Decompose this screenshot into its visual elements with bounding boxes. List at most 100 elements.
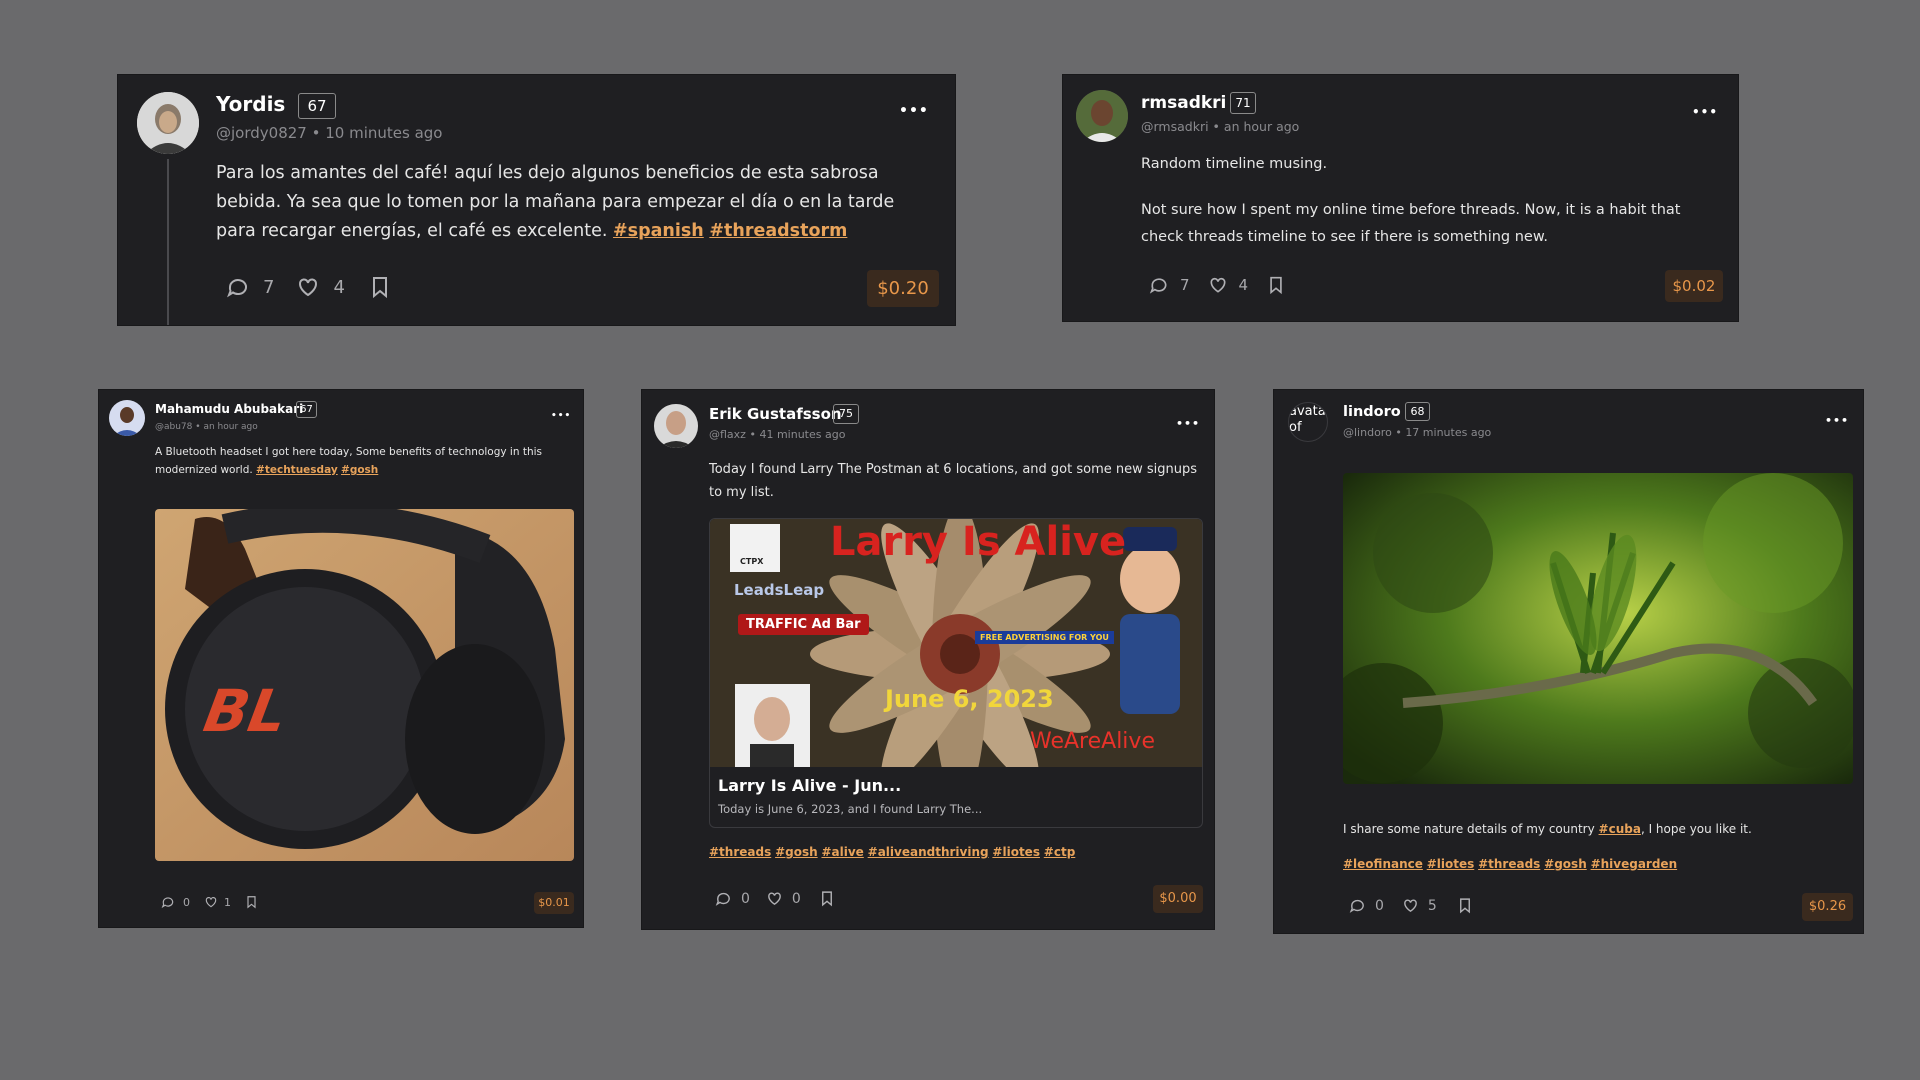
like-button[interactable]: 4: [1208, 275, 1249, 295]
comment-button[interactable]: 0: [1349, 897, 1384, 914]
post-time[interactable]: an hour ago: [203, 422, 257, 432]
bookmark-icon: [821, 891, 832, 907]
hashtag-link[interactable]: #threads: [1478, 857, 1540, 871]
author-name[interactable]: Yordis: [216, 92, 285, 116]
hashtag-link[interactable]: #leofinance: [1343, 857, 1423, 871]
more-icon[interactable]: •••: [1176, 417, 1200, 430]
post-time[interactable]: 17 minutes ago: [1405, 426, 1491, 439]
reputation-badge: 67: [296, 401, 317, 418]
post-text: I share some nature details of my countr…: [1343, 820, 1853, 838]
hashtag-link[interactable]: #techtuesday: [256, 464, 338, 476]
more-icon[interactable]: •••: [899, 103, 929, 119]
hashtag-link[interactable]: #gosh: [1544, 857, 1587, 871]
like-button[interactable]: 1: [204, 895, 231, 909]
author-name[interactable]: lindoro: [1343, 404, 1401, 420]
avatar[interactable]: [137, 92, 199, 154]
post-meta: @flaxz • 41 minutes ago: [709, 428, 845, 441]
comment-button[interactable]: 7: [226, 275, 274, 299]
post-actions: 0 1: [161, 895, 258, 909]
post-card: rmsadkri 71 @rmsadkri • an hour ago ••• …: [1063, 75, 1738, 321]
hashtag-link[interactable]: #hivegarden: [1591, 857, 1678, 871]
link-preview[interactable]: CTPX Larry Is Alive LeadsLeap TRAFFIC Ad…: [709, 518, 1203, 828]
post-body-end: , I hope you like it.: [1640, 822, 1752, 836]
preview-image: CTPX Larry Is Alive LeadsLeap TRAFFIC Ad…: [710, 519, 1202, 767]
post-actions: 7 4: [1149, 275, 1285, 295]
author-name[interactable]: Mahamudu Abubakari: [155, 402, 303, 416]
hashtag-link[interactable]: #alive: [821, 845, 863, 859]
avatar[interactable]: [1076, 90, 1128, 142]
payout-value[interactable]: $0.26: [1802, 893, 1853, 921]
bookmark-button[interactable]: [369, 275, 391, 299]
like-button[interactable]: 0: [766, 890, 801, 907]
like-count: 0: [791, 890, 801, 907]
reputation-badge: 67: [298, 93, 336, 119]
hashtag-link[interactable]: #gosh: [775, 845, 818, 859]
post-image[interactable]: BL: [155, 509, 574, 861]
comment-count: 0: [1375, 897, 1384, 914]
post-time[interactable]: 41 minutes ago: [759, 428, 845, 441]
hashtag-link[interactable]: #cuba: [1599, 822, 1641, 836]
post-actions: 7 4: [226, 275, 391, 299]
more-icon[interactable]: •••: [551, 411, 571, 421]
hashtag-link[interactable]: #threadstorm: [709, 221, 847, 241]
hashtag-link[interactable]: #spanish: [613, 221, 704, 241]
comment-button[interactable]: 0: [715, 890, 750, 907]
avatar[interactable]: [654, 404, 698, 448]
post-time[interactable]: an hour ago: [1224, 119, 1299, 134]
more-icon[interactable]: •••: [1825, 414, 1849, 427]
post-meta: @lindoro • 17 minutes ago: [1343, 426, 1491, 439]
meta-separator: •: [1395, 426, 1402, 439]
comment-icon: [1349, 899, 1364, 913]
payout-value[interactable]: $0.01: [534, 892, 574, 914]
hashtag-link[interactable]: #liotes: [992, 845, 1040, 859]
bookmark-button[interactable]: [1267, 275, 1285, 295]
heart-icon: [1210, 277, 1226, 293]
post-meta: @rmsadkri • an hour ago: [1141, 119, 1299, 134]
bookmark-button[interactable]: [819, 890, 835, 907]
more-icon[interactable]: •••: [1692, 105, 1718, 119]
hashtag-link[interactable]: #gosh: [341, 464, 378, 476]
author-handle[interactable]: @abu78: [155, 422, 192, 432]
ctpx-logo: CTPX: [740, 557, 764, 566]
author-handle[interactable]: @flaxz: [709, 428, 746, 441]
author-name[interactable]: rmsadkri: [1141, 93, 1226, 113]
avatar[interactable]: avata of: [1288, 402, 1328, 442]
comment-icon: [1149, 278, 1167, 294]
hashtag-link[interactable]: #ctp: [1044, 845, 1076, 859]
hashtag-link[interactable]: #liotes: [1427, 857, 1475, 871]
author-handle[interactable]: @rmsadkri: [1141, 119, 1209, 134]
comment-count: 7: [1180, 276, 1190, 294]
comment-button[interactable]: 0: [161, 895, 190, 909]
traffic-ad-bar: TRAFFIC Ad Bar: [738, 614, 869, 635]
post-actions: 0 5: [1349, 897, 1473, 914]
post-card: Erik Gustafsson 75 @flaxz • 41 minutes a…: [642, 390, 1214, 929]
like-button[interactable]: 4: [296, 275, 345, 299]
payout-value[interactable]: $0.00: [1153, 885, 1203, 913]
preview-description: Today is June 6, 2023, and I found Larry…: [718, 802, 983, 816]
post-time[interactable]: 10 minutes ago: [325, 124, 442, 142]
heart-icon: [205, 897, 217, 908]
payout-value[interactable]: $0.02: [1665, 270, 1723, 302]
post-text: A Bluetooth headset I got here today, So…: [155, 443, 555, 479]
preview-title[interactable]: Larry Is Alive - Jun...: [718, 776, 901, 795]
post-card: Yordis 67 @jordy0827 • 10 minutes ago ••…: [118, 75, 955, 325]
avatar[interactable]: [109, 400, 145, 436]
comment-button[interactable]: 7: [1149, 275, 1190, 295]
bookmark-icon: [247, 896, 256, 909]
like-count: 4: [1238, 276, 1249, 294]
like-button[interactable]: 5: [1402, 897, 1437, 914]
author-handle[interactable]: @jordy0827: [216, 124, 307, 142]
heart-icon: [1404, 899, 1417, 913]
bookmark-button[interactable]: [245, 895, 258, 909]
hashtag-link[interactable]: #threads: [709, 845, 771, 859]
bookmark-button[interactable]: [1457, 897, 1473, 914]
payout-value[interactable]: $0.20: [867, 270, 939, 307]
hashtag-link[interactable]: #aliveandthriving: [868, 845, 989, 859]
heart-icon: [768, 892, 781, 906]
comment-icon: [161, 897, 174, 909]
post-image[interactable]: [1343, 473, 1853, 784]
author-name[interactable]: Erik Gustafsson: [709, 405, 842, 423]
meta-separator: •: [311, 124, 321, 142]
meta-separator: •: [749, 428, 756, 441]
author-handle[interactable]: @lindoro: [1343, 426, 1392, 439]
